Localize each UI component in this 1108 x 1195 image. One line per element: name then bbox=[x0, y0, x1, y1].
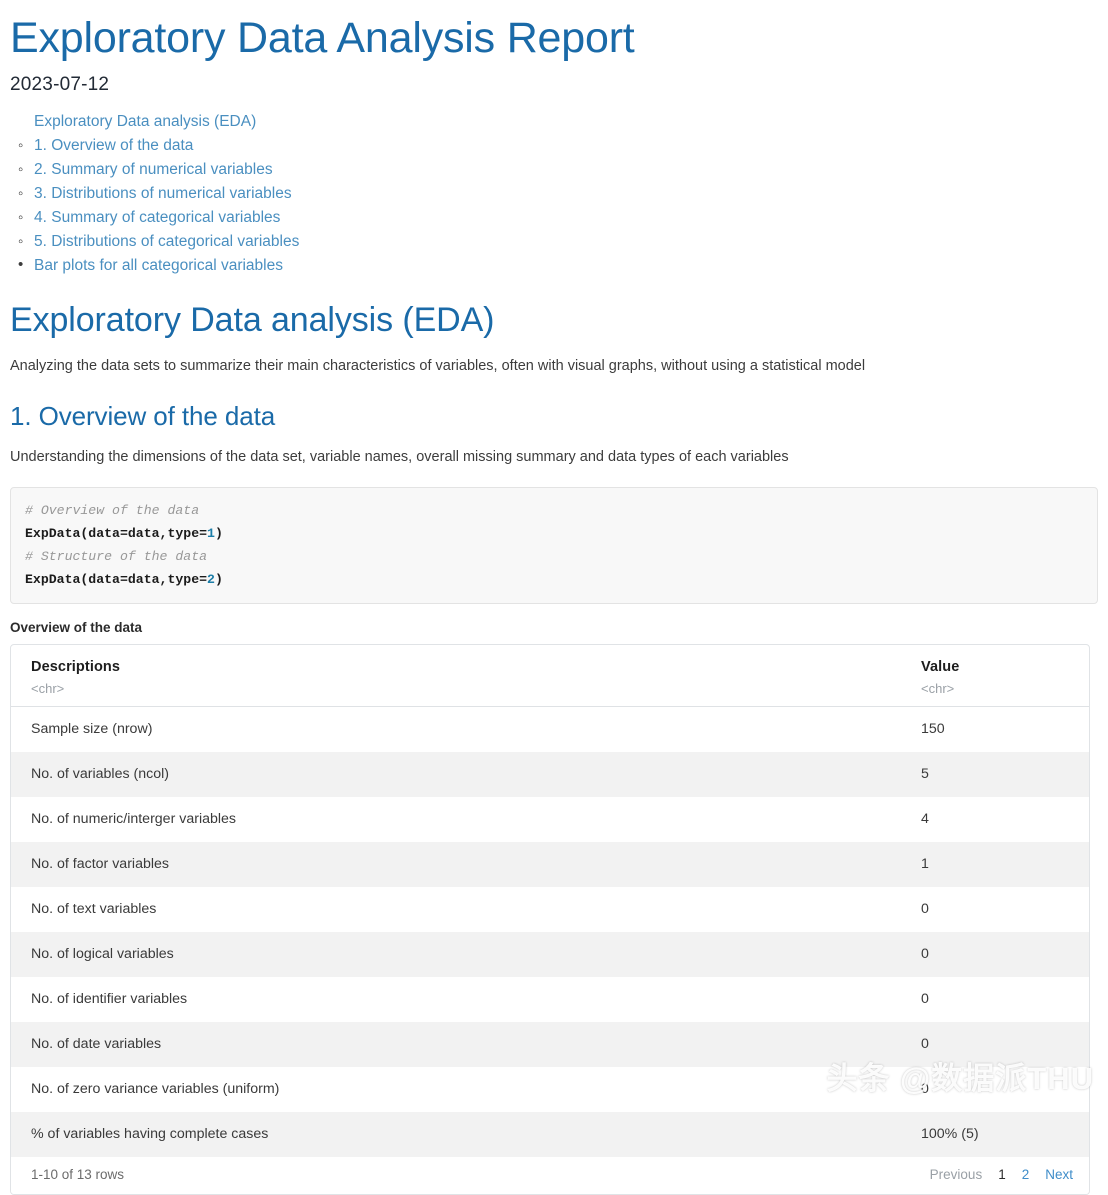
cell-description: Sample size (nrow) bbox=[11, 706, 901, 752]
table-row: % of variables having complete cases 100… bbox=[11, 1111, 1089, 1157]
table-header-row: Descriptions <chr> Value <chr> bbox=[11, 644, 1089, 707]
pagination-next-button[interactable]: Next bbox=[1045, 1167, 1073, 1182]
code-comment-text: # Structure of the data bbox=[25, 548, 208, 564]
section-paragraph-overview: Understanding the dimensions of the data… bbox=[10, 448, 789, 465]
page-title: Exploratory Data Analysis Report bbox=[10, 14, 635, 62]
data-table-container: Descriptions <chr> Value <chr> Sample si… bbox=[10, 643, 1090, 1195]
column-header-label: Value bbox=[921, 658, 960, 675]
pagination-page-1[interactable]: 1 bbox=[998, 1167, 1006, 1182]
column-header-type: <chr> bbox=[921, 680, 955, 696]
pagination-row-info: 1-10 of 13 rows bbox=[31, 1166, 125, 1182]
toc-root-item[interactable]: Exploratory Data analysis (EDA) 1. Overv… bbox=[10, 110, 1108, 278]
toc-level-3-list: Bar plots for all categorical variables bbox=[18, 253, 1108, 278]
cell-description: % of variables having complete cases bbox=[11, 1111, 901, 1157]
table-row: No. of numeric/interger variables 4 bbox=[11, 796, 1089, 842]
document-date: 2023-07-12 bbox=[10, 74, 110, 96]
section-paragraph-eda: Analyzing the data sets to summarize the… bbox=[10, 357, 866, 374]
column-header-value[interactable]: Value <chr> bbox=[901, 644, 1089, 707]
code-line-call-2: ExpData(data=data,type=2) bbox=[25, 568, 1083, 591]
section-heading-overview: 1. Overview of the data bbox=[10, 400, 276, 431]
toc-item-overview[interactable]: 1. Overview of the data bbox=[18, 134, 1108, 158]
code-line-call-1: ExpData(data=data,type=1) bbox=[25, 522, 1083, 545]
table-row: No. of factor variables 1 bbox=[11, 841, 1089, 887]
table-row: No. of text variables 0 bbox=[11, 886, 1089, 932]
column-header-type: <chr> bbox=[31, 680, 65, 696]
table-row: No. of logical variables 0 bbox=[11, 931, 1089, 977]
pagination-previous-button[interactable]: Previous bbox=[930, 1167, 983, 1182]
toc-link-bar-plots[interactable]: Bar plots for all categorical variables bbox=[34, 257, 283, 274]
table-body: Sample size (nrow) 150 No. of variables … bbox=[11, 706, 1089, 1157]
code-arg-number: 2 bbox=[207, 571, 215, 587]
code-arg-number: 1 bbox=[207, 525, 215, 541]
code-line-comment-1: # Overview of the data bbox=[25, 499, 1083, 522]
table-row: Sample size (nrow) 150 bbox=[11, 706, 1089, 752]
table-of-contents: Exploratory Data analysis (EDA) 1. Overv… bbox=[0, 110, 1108, 278]
report-page: Exploratory Data Analysis Report 2023-07… bbox=[0, 0, 1108, 1195]
toc-link-summary-categorical[interactable]: 4. Summary of categorical variables bbox=[34, 209, 280, 226]
table-pagination: 1-10 of 13 rows Previous 1 2 Next bbox=[11, 1156, 1089, 1194]
cell-value: 0 bbox=[901, 886, 1089, 932]
toc-level-1-list: 1. Overview of the data 2. Summary of nu… bbox=[18, 134, 1108, 278]
cell-value: 100% (5) bbox=[901, 1111, 1089, 1157]
table-row: No. of variables (ncol) 5 bbox=[11, 751, 1089, 797]
toc-item-summary-categorical[interactable]: 4. Summary of categorical variables bbox=[18, 206, 1108, 230]
cell-description: No. of date variables bbox=[11, 1021, 901, 1067]
code-line-comment-2: # Structure of the data bbox=[25, 545, 1083, 568]
table-header: Descriptions <chr> Value <chr> bbox=[11, 644, 1089, 707]
code-block-overview: # Overview of the data ExpData(data=data… bbox=[10, 486, 1098, 604]
cell-description: No. of identifier variables bbox=[11, 976, 901, 1022]
table-row: No. of zero variance variables (uniform)… bbox=[11, 1066, 1089, 1112]
toc-link-distributions-numerical[interactable]: 3. Distributions of numerical variables bbox=[34, 185, 292, 202]
cell-value: 4 bbox=[901, 796, 1089, 842]
cell-description: No. of zero variance variables (uniform) bbox=[11, 1066, 901, 1112]
toc-item-summary-numerical[interactable]: 2. Summary of numerical variables bbox=[18, 158, 1108, 182]
toc-item-distributions-numerical[interactable]: 3. Distributions of numerical variables bbox=[18, 182, 1108, 206]
table-row: No. of identifier variables 0 bbox=[11, 976, 1089, 1022]
column-header-label: Descriptions bbox=[31, 658, 121, 675]
cell-description: No. of text variables bbox=[11, 886, 901, 932]
table-row: No. of date variables 0 bbox=[11, 1021, 1089, 1067]
cell-value: 0 bbox=[901, 976, 1089, 1022]
cell-value: 1 bbox=[901, 841, 1089, 887]
toc-item-distributions-categorical[interactable]: 5. Distributions of categorical variable… bbox=[18, 230, 1108, 278]
code-function-call: ExpData(data=data,type= bbox=[25, 525, 208, 541]
table-caption: Overview of the data bbox=[10, 619, 143, 635]
code-function-call: ExpData(data=data,type= bbox=[25, 571, 208, 587]
pagination-page-2[interactable]: 2 bbox=[1022, 1167, 1030, 1182]
cell-value: 0 bbox=[901, 931, 1089, 977]
cell-value: 0 bbox=[901, 1066, 1089, 1112]
column-header-descriptions[interactable]: Descriptions <chr> bbox=[11, 644, 901, 707]
toc-link-eda[interactable]: Exploratory Data analysis (EDA) bbox=[34, 113, 256, 130]
cell-description: No. of factor variables bbox=[11, 841, 901, 887]
section-heading-eda: Exploratory Data analysis (EDA) bbox=[10, 301, 495, 340]
toc-item-bar-plots[interactable]: Bar plots for all categorical variables bbox=[18, 253, 1108, 278]
cell-value: 5 bbox=[901, 751, 1089, 797]
cell-description: No. of numeric/interger variables bbox=[11, 796, 901, 842]
code-paren-close: ) bbox=[214, 571, 223, 587]
cell-value: 150 bbox=[901, 706, 1089, 752]
cell-description: No. of variables (ncol) bbox=[11, 751, 901, 797]
code-paren-close: ) bbox=[214, 525, 223, 541]
toc-link-overview[interactable]: 1. Overview of the data bbox=[34, 137, 193, 154]
pagination-controls: Previous 1 2 Next bbox=[930, 1167, 1073, 1182]
cell-description: No. of logical variables bbox=[11, 931, 901, 977]
toc-link-summary-numerical[interactable]: 2. Summary of numerical variables bbox=[34, 161, 273, 178]
cell-value: 0 bbox=[901, 1021, 1089, 1067]
overview-data-table: Descriptions <chr> Value <chr> Sample si… bbox=[11, 644, 1089, 1157]
toc-link-distributions-categorical[interactable]: 5. Distributions of categorical variable… bbox=[34, 233, 299, 250]
code-comment-text: # Overview of the data bbox=[25, 502, 200, 518]
